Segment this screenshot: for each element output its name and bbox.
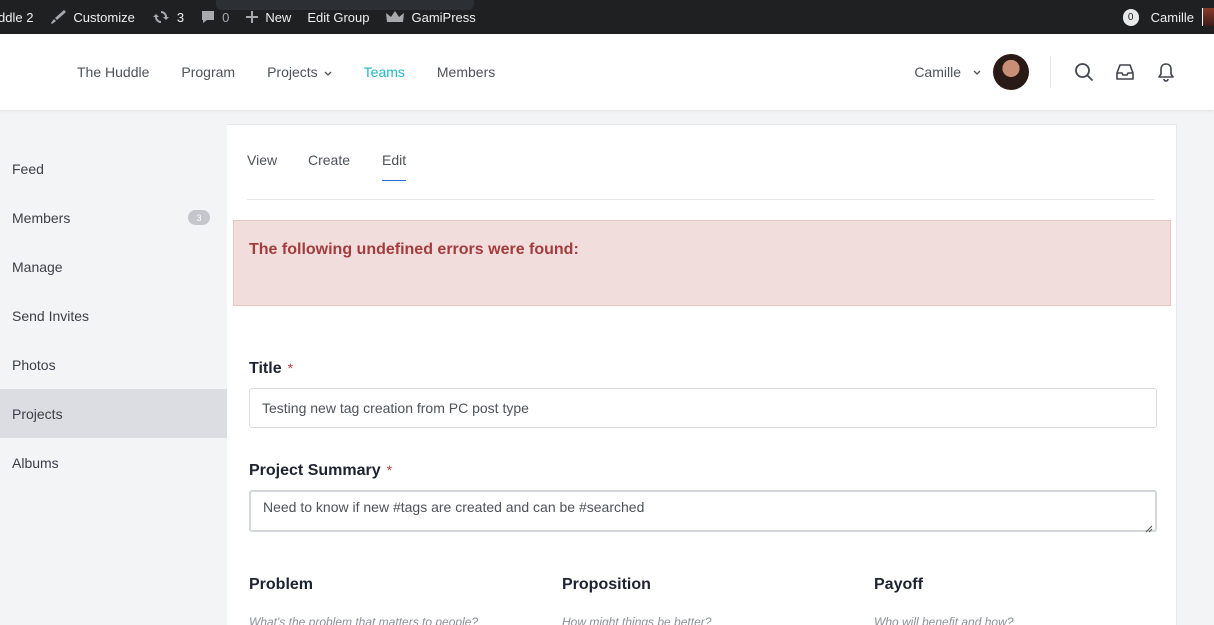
nav-members[interactable]: Members: [421, 64, 511, 80]
edit-group-label: Edit Group: [307, 9, 370, 25]
summary-label-text: Project Summary: [249, 462, 381, 479]
tooltip-fragment: [216, 0, 474, 10]
plus-icon: [245, 10, 259, 24]
user-menu[interactable]: Camille: [914, 34, 1029, 110]
required-mark: *: [386, 462, 393, 478]
updates-count: 3: [176, 9, 185, 25]
admin-avatar: [1202, 8, 1214, 26]
nav-label: Projects: [267, 64, 318, 80]
sidebar-item-label: Albums: [12, 454, 59, 471]
admin-customize[interactable]: Customize: [41, 0, 142, 34]
notification-badge[interactable]: 0: [1122, 8, 1139, 26]
customize-label: Customize: [73, 9, 135, 25]
comment-icon: [200, 9, 216, 25]
payoff-label: Payoff: [874, 576, 923, 593]
sub-tabs: View Create Edit: [247, 125, 1155, 200]
proposition-hint: How might things be better?: [562, 615, 712, 625]
nav-teams[interactable]: Teams: [348, 64, 421, 80]
summary-textarea[interactable]: Need to know if new #tags are created an…: [249, 490, 1157, 533]
admin-site-name[interactable]: ddle 2: [0, 0, 41, 34]
user-name: Camille: [914, 64, 961, 80]
sidebar-item-label: Photos: [12, 356, 56, 373]
summary-textarea-value: Need to know if new #tags are created an…: [263, 499, 645, 515]
nav-label: Members: [436, 64, 496, 80]
sidebar-item-photos[interactable]: Photos: [0, 340, 227, 389]
payoff-hint: Who will benefit and how?: [874, 615, 1014, 625]
error-notice: The following undefined errors were foun…: [233, 220, 1171, 306]
site-name-label: ddle 2: [0, 9, 34, 25]
bell-icon[interactable]: [1155, 61, 1177, 83]
sidebar-item-label: Projects: [12, 405, 63, 422]
problem-hint: What's the problem that matters to peopl…: [249, 615, 479, 625]
title-label: Title *: [249, 360, 293, 378]
nav-label: The Huddle: [77, 64, 150, 80]
chevron-down-icon: [324, 64, 332, 80]
sidebar-item-feed[interactable]: Feed: [0, 144, 227, 193]
problem-label: Problem: [249, 576, 314, 593]
nav-the-huddle[interactable]: The Huddle: [61, 64, 165, 80]
nav-label: Program: [181, 64, 236, 80]
group-sidebar: Feed Members 3 Manage Send Invites Photo…: [0, 124, 227, 625]
main-nav: The Huddle Program Projects Teams Member…: [61, 34, 511, 110]
title-label-text: Title: [249, 360, 282, 377]
sidebar-item-label: Send Invites: [12, 307, 90, 324]
title-input[interactable]: Testing new tag creation from PC post ty…: [249, 388, 1157, 428]
avatar[interactable]: [993, 54, 1029, 90]
title-input-value: Testing new tag creation from PC post ty…: [262, 400, 529, 416]
sidebar-item-projects[interactable]: Projects: [0, 389, 227, 438]
site-header: The Huddle Program Projects Teams Member…: [0, 34, 1214, 110]
tab-edit[interactable]: Edit: [382, 152, 407, 181]
error-message: The following undefined errors were foun…: [249, 241, 579, 258]
tab-view[interactable]: View: [247, 152, 277, 180]
proposition-label: Proposition: [562, 576, 651, 593]
sidebar-item-manage[interactable]: Manage: [0, 242, 227, 291]
tab-create[interactable]: Create: [308, 152, 350, 180]
nav-label: Teams: [363, 64, 405, 80]
sidebar-item-label: Members: [12, 209, 71, 226]
sidebar-item-label: Manage: [12, 258, 63, 275]
crown-icon: [385, 10, 405, 24]
resize-grip-icon[interactable]: [1145, 520, 1153, 533]
required-mark: *: [287, 360, 294, 376]
nav-program[interactable]: Program: [165, 64, 251, 80]
admin-bar: ddle 2 Customize 3 0 New Edit Group Gami…: [0, 0, 1214, 34]
sidebar-item-albums[interactable]: Albums: [0, 438, 227, 487]
admin-updates[interactable]: 3: [143, 0, 192, 34]
members-count-badge: 3: [188, 210, 210, 225]
comments-count: 0: [222, 9, 230, 25]
admin-account[interactable]: 0 Camille: [1122, 0, 1214, 34]
main-panel: View Create Edit The following undefined…: [227, 124, 1177, 625]
sidebar-item-label: Feed: [12, 160, 44, 177]
admin-user-name: Camille: [1150, 9, 1194, 25]
new-label: New: [265, 9, 292, 25]
nav-projects[interactable]: Projects: [251, 64, 348, 80]
header-divider: [1050, 56, 1051, 88]
summary-label: Project Summary *: [249, 462, 392, 480]
search-icon[interactable]: [1073, 61, 1095, 83]
gamipress-label: GamiPress: [411, 9, 476, 25]
sidebar-item-send-invites[interactable]: Send Invites: [0, 291, 227, 340]
chevron-down-icon: [973, 63, 981, 81]
updates-icon: [151, 9, 171, 25]
inbox-icon[interactable]: [1114, 61, 1136, 83]
brush-icon: [49, 9, 67, 25]
sidebar-item-members[interactable]: Members 3: [0, 193, 227, 242]
